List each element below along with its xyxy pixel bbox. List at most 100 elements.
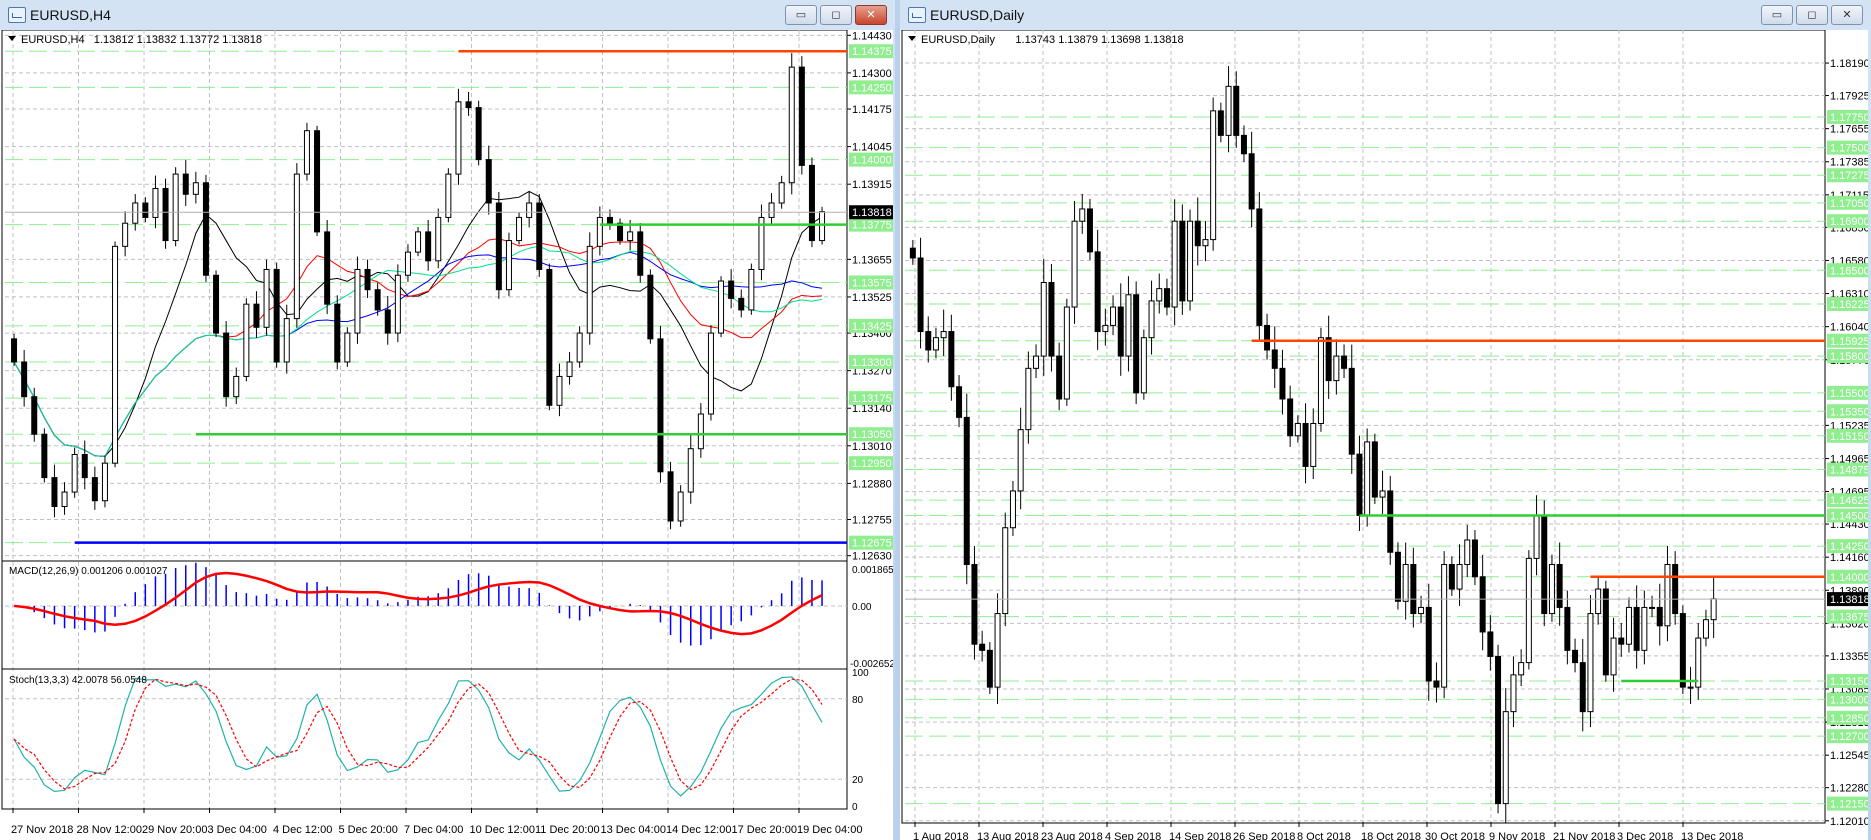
level-label: 1.12700	[1830, 731, 1868, 743]
bull-candle	[132, 202, 139, 224]
bear-candle	[273, 268, 280, 363]
close-button[interactable]: ✕	[855, 5, 887, 25]
price-axis-label: 1.12755	[852, 515, 892, 527]
bear-candle	[1471, 539, 1478, 578]
bull-candle	[1009, 490, 1016, 529]
bull-candle	[1102, 324, 1109, 333]
bull-candle	[718, 280, 725, 334]
daily-chart-canvas[interactable]: 1 Aug 2018 13 Aug 2018 23 Aug 2018 4 Sep 20…	[900, 30, 1868, 840]
bear-candle	[213, 274, 220, 334]
price-axis-label: 1.14430	[852, 30, 892, 42]
bear-candle	[1433, 680, 1440, 688]
bull-candle	[1125, 294, 1132, 357]
x-axis-label: 13 Dec 2018	[1681, 831, 1743, 840]
price-axis-label: 1.12280	[1830, 783, 1868, 795]
bull-candle	[233, 375, 240, 398]
bear-candle	[1302, 423, 1309, 467]
bull-candle	[516, 216, 523, 242]
daily-title-bar[interactable]: EURUSD,Daily ▭ ◻ ✕	[900, 0, 1871, 30]
bull-candle	[1310, 423, 1317, 467]
bull-candle	[596, 216, 603, 247]
bear-candle	[808, 164, 815, 242]
stoch-axis-label: 20	[852, 775, 864, 786]
bear-candle	[475, 107, 482, 161]
bull-candle	[1525, 557, 1532, 664]
x-axis-label: 23 Aug 2018	[1041, 831, 1103, 840]
x-axis-label: 13 Aug 2018	[977, 831, 1039, 840]
bull-candle	[1625, 606, 1632, 645]
x-axis-label: 11 Dec 20:00	[535, 824, 600, 836]
minimize-button[interactable]: ▭	[785, 5, 817, 25]
bear-candle	[51, 477, 58, 508]
bear-candle	[1264, 324, 1271, 351]
chart-window-icon	[908, 7, 926, 23]
price-axis-label: 1.13010	[852, 441, 892, 453]
h4-chart-window[interactable]: EURUSD,H4 ▭ ◻ ✕ 27 Nov 2018 28 Nov 12:00 2…	[0, 0, 895, 840]
bull-candle	[1464, 539, 1471, 566]
maximize-button[interactable]: ◻	[1796, 5, 1828, 25]
bull-candle	[1333, 355, 1340, 382]
bear-candle	[31, 396, 38, 435]
bull-candle	[627, 231, 634, 242]
daily-chart-window[interactable]: EURUSD,Daily ▭ ◻ ✕ 1 Aug 2018 13 Aug 2018…	[900, 0, 1871, 840]
level-label: 1.14500	[1830, 510, 1868, 522]
bear-candle	[986, 649, 993, 688]
bear-candle	[425, 231, 432, 262]
bull-candle	[505, 240, 512, 291]
level-label: 1.12850	[1830, 713, 1868, 725]
bear-candle	[728, 280, 735, 299]
level-label: 1.13775	[852, 220, 892, 232]
price-axis-label: 1.13915	[852, 179, 892, 191]
bear-candle	[667, 471, 674, 522]
chart-window-icon	[8, 7, 26, 23]
x-axis-label: 26 Sep 2018	[1233, 831, 1295, 840]
bear-candle	[637, 231, 644, 276]
bear-candle	[546, 268, 553, 406]
bear-candle	[1656, 606, 1663, 627]
bear-candle	[1341, 355, 1348, 369]
bear-candle	[1633, 606, 1640, 651]
x-axis-label: 10 Dec 12:00	[470, 824, 535, 836]
close-button[interactable]: ✕	[1831, 5, 1863, 25]
bear-candle	[1495, 655, 1502, 805]
bull-candle	[932, 337, 939, 351]
bull-candle	[1441, 564, 1448, 688]
bull-candle	[1148, 300, 1155, 339]
bear-candle	[223, 332, 230, 398]
price-axis-label: 1.17385	[1830, 157, 1868, 169]
bear-candle	[606, 216, 613, 224]
bear-candle	[647, 274, 654, 340]
bull-candle	[101, 462, 108, 502]
ohlc-info: 1.13812 1.13832 1.13772 1.13818	[94, 34, 262, 46]
x-axis-label: 4 Sep 2018	[1105, 831, 1161, 840]
bear-candle	[1233, 85, 1240, 136]
price-axis-label: 1.18190	[1830, 58, 1868, 70]
bull-candle	[394, 274, 401, 334]
level-label: 1.13300	[852, 357, 892, 369]
bull-candle	[1510, 674, 1517, 713]
bear-candle	[948, 331, 955, 388]
bear-candle	[1602, 588, 1609, 676]
bear-candle	[1672, 564, 1679, 615]
maximize-button[interactable]: ◻	[820, 5, 852, 25]
price-axis-label: 1.14300	[852, 68, 892, 80]
h4-chart-canvas[interactable]: 27 Nov 2018 28 Nov 12:00 29 Nov 20:00 3 Dec…	[0, 30, 893, 840]
bear-candle	[1325, 337, 1332, 382]
x-axis-label: 9 Nov 2018	[1489, 831, 1545, 840]
x-axis-label: 4 Dec 12:00	[273, 824, 332, 836]
price-axis-label: 1.14175	[852, 104, 892, 116]
macd-zero-label: 0.00	[852, 602, 872, 613]
bear-candle	[1556, 564, 1563, 608]
ohlc-info: 1.13743 1.13879 1.13698 1.13818	[1015, 34, 1183, 46]
h4-title-bar[interactable]: EURUSD,H4 ▭ ◻ ✕	[0, 0, 895, 30]
bear-candle	[956, 386, 963, 418]
bear-candle	[1618, 637, 1625, 645]
bear-candle	[1163, 288, 1170, 308]
price-axis-label: 1.12880	[852, 478, 892, 490]
minimize-button[interactable]: ▭	[1761, 5, 1793, 25]
dropdown-triangle-icon	[8, 36, 16, 41]
x-axis-label: 7 Dec 04:00	[404, 824, 463, 836]
bear-candle	[202, 182, 209, 276]
bull-candle	[1664, 564, 1671, 627]
bull-candle	[435, 216, 442, 262]
